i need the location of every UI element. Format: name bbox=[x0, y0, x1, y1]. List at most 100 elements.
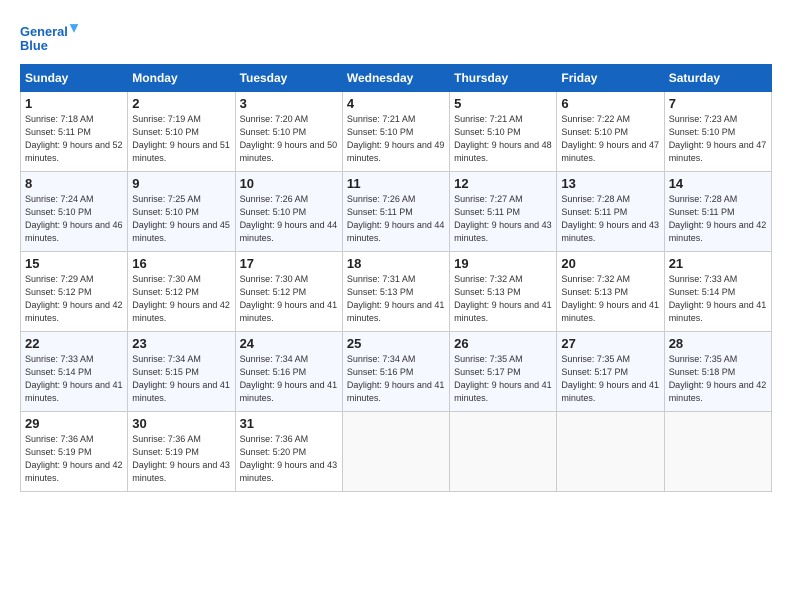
day-info: Sunrise: 7:24 AMSunset: 5:10 PMDaylight:… bbox=[25, 194, 123, 243]
calendar-cell: 1 Sunrise: 7:18 AMSunset: 5:11 PMDayligh… bbox=[21, 92, 128, 172]
calendar-cell: 18 Sunrise: 7:31 AMSunset: 5:13 PMDaylig… bbox=[342, 252, 449, 332]
logo-svg: General Blue bbox=[20, 18, 80, 56]
col-header-saturday: Saturday bbox=[664, 65, 771, 92]
calendar-cell bbox=[450, 412, 557, 492]
calendar-cell: 20 Sunrise: 7:32 AMSunset: 5:13 PMDaylig… bbox=[557, 252, 664, 332]
calendar-table: SundayMondayTuesdayWednesdayThursdayFrid… bbox=[20, 64, 772, 492]
day-number: 29 bbox=[25, 416, 123, 431]
calendar-cell: 2 Sunrise: 7:19 AMSunset: 5:10 PMDayligh… bbox=[128, 92, 235, 172]
day-number: 8 bbox=[25, 176, 123, 191]
day-number: 13 bbox=[561, 176, 659, 191]
calendar-cell bbox=[664, 412, 771, 492]
week-row: 1 Sunrise: 7:18 AMSunset: 5:11 PMDayligh… bbox=[21, 92, 772, 172]
calendar-cell: 7 Sunrise: 7:23 AMSunset: 5:10 PMDayligh… bbox=[664, 92, 771, 172]
day-number: 31 bbox=[240, 416, 338, 431]
day-number: 16 bbox=[132, 256, 230, 271]
day-info: Sunrise: 7:34 AMSunset: 5:16 PMDaylight:… bbox=[240, 354, 338, 403]
day-info: Sunrise: 7:33 AMSunset: 5:14 PMDaylight:… bbox=[25, 354, 123, 403]
day-info: Sunrise: 7:26 AMSunset: 5:11 PMDaylight:… bbox=[347, 194, 445, 243]
calendar-cell: 11 Sunrise: 7:26 AMSunset: 5:11 PMDaylig… bbox=[342, 172, 449, 252]
day-number: 12 bbox=[454, 176, 552, 191]
day-number: 24 bbox=[240, 336, 338, 351]
week-row: 22 Sunrise: 7:33 AMSunset: 5:14 PMDaylig… bbox=[21, 332, 772, 412]
day-number: 19 bbox=[454, 256, 552, 271]
calendar-cell: 12 Sunrise: 7:27 AMSunset: 5:11 PMDaylig… bbox=[450, 172, 557, 252]
day-info: Sunrise: 7:23 AMSunset: 5:10 PMDaylight:… bbox=[669, 114, 767, 163]
day-number: 26 bbox=[454, 336, 552, 351]
calendar-cell: 14 Sunrise: 7:28 AMSunset: 5:11 PMDaylig… bbox=[664, 172, 771, 252]
calendar-cell: 23 Sunrise: 7:34 AMSunset: 5:15 PMDaylig… bbox=[128, 332, 235, 412]
day-info: Sunrise: 7:33 AMSunset: 5:14 PMDaylight:… bbox=[669, 274, 767, 323]
calendar-cell: 24 Sunrise: 7:34 AMSunset: 5:16 PMDaylig… bbox=[235, 332, 342, 412]
day-info: Sunrise: 7:27 AMSunset: 5:11 PMDaylight:… bbox=[454, 194, 552, 243]
day-number: 14 bbox=[669, 176, 767, 191]
day-info: Sunrise: 7:21 AMSunset: 5:10 PMDaylight:… bbox=[454, 114, 552, 163]
day-number: 11 bbox=[347, 176, 445, 191]
col-header-friday: Friday bbox=[557, 65, 664, 92]
week-row: 29 Sunrise: 7:36 AMSunset: 5:19 PMDaylig… bbox=[21, 412, 772, 492]
calendar-cell: 9 Sunrise: 7:25 AMSunset: 5:10 PMDayligh… bbox=[128, 172, 235, 252]
page: General Blue SundayMondayTuesdayWednesda… bbox=[0, 0, 792, 502]
calendar-cell: 19 Sunrise: 7:32 AMSunset: 5:13 PMDaylig… bbox=[450, 252, 557, 332]
calendar-cell: 6 Sunrise: 7:22 AMSunset: 5:10 PMDayligh… bbox=[557, 92, 664, 172]
day-info: Sunrise: 7:19 AMSunset: 5:10 PMDaylight:… bbox=[132, 114, 230, 163]
day-number: 23 bbox=[132, 336, 230, 351]
day-number: 25 bbox=[347, 336, 445, 351]
day-number: 4 bbox=[347, 96, 445, 111]
day-info: Sunrise: 7:25 AMSunset: 5:10 PMDaylight:… bbox=[132, 194, 230, 243]
day-number: 18 bbox=[347, 256, 445, 271]
day-number: 15 bbox=[25, 256, 123, 271]
calendar-cell: 15 Sunrise: 7:29 AMSunset: 5:12 PMDaylig… bbox=[21, 252, 128, 332]
day-number: 3 bbox=[240, 96, 338, 111]
calendar-cell: 31 Sunrise: 7:36 AMSunset: 5:20 PMDaylig… bbox=[235, 412, 342, 492]
calendar-cell: 3 Sunrise: 7:20 AMSunset: 5:10 PMDayligh… bbox=[235, 92, 342, 172]
calendar-cell: 29 Sunrise: 7:36 AMSunset: 5:19 PMDaylig… bbox=[21, 412, 128, 492]
svg-text:General: General bbox=[20, 24, 68, 39]
day-info: Sunrise: 7:32 AMSunset: 5:13 PMDaylight:… bbox=[561, 274, 659, 323]
day-info: Sunrise: 7:36 AMSunset: 5:19 PMDaylight:… bbox=[132, 434, 230, 483]
calendar-cell bbox=[557, 412, 664, 492]
col-header-tuesday: Tuesday bbox=[235, 65, 342, 92]
logo: General Blue bbox=[20, 18, 80, 56]
calendar-cell: 5 Sunrise: 7:21 AMSunset: 5:10 PMDayligh… bbox=[450, 92, 557, 172]
day-info: Sunrise: 7:35 AMSunset: 5:18 PMDaylight:… bbox=[669, 354, 767, 403]
day-number: 27 bbox=[561, 336, 659, 351]
day-number: 5 bbox=[454, 96, 552, 111]
day-number: 7 bbox=[669, 96, 767, 111]
calendar-cell: 16 Sunrise: 7:30 AMSunset: 5:12 PMDaylig… bbox=[128, 252, 235, 332]
calendar-cell: 30 Sunrise: 7:36 AMSunset: 5:19 PMDaylig… bbox=[128, 412, 235, 492]
day-info: Sunrise: 7:28 AMSunset: 5:11 PMDaylight:… bbox=[561, 194, 659, 243]
day-number: 20 bbox=[561, 256, 659, 271]
day-info: Sunrise: 7:30 AMSunset: 5:12 PMDaylight:… bbox=[240, 274, 338, 323]
calendar-cell: 27 Sunrise: 7:35 AMSunset: 5:17 PMDaylig… bbox=[557, 332, 664, 412]
day-number: 17 bbox=[240, 256, 338, 271]
day-info: Sunrise: 7:30 AMSunset: 5:12 PMDaylight:… bbox=[132, 274, 230, 323]
day-number: 2 bbox=[132, 96, 230, 111]
day-number: 1 bbox=[25, 96, 123, 111]
header: General Blue bbox=[20, 18, 772, 56]
week-row: 15 Sunrise: 7:29 AMSunset: 5:12 PMDaylig… bbox=[21, 252, 772, 332]
calendar-cell: 26 Sunrise: 7:35 AMSunset: 5:17 PMDaylig… bbox=[450, 332, 557, 412]
day-info: Sunrise: 7:18 AMSunset: 5:11 PMDaylight:… bbox=[25, 114, 123, 163]
day-number: 9 bbox=[132, 176, 230, 191]
week-row: 8 Sunrise: 7:24 AMSunset: 5:10 PMDayligh… bbox=[21, 172, 772, 252]
day-info: Sunrise: 7:35 AMSunset: 5:17 PMDaylight:… bbox=[561, 354, 659, 403]
day-info: Sunrise: 7:29 AMSunset: 5:12 PMDaylight:… bbox=[25, 274, 123, 323]
day-info: Sunrise: 7:28 AMSunset: 5:11 PMDaylight:… bbox=[669, 194, 767, 243]
col-header-monday: Monday bbox=[128, 65, 235, 92]
col-header-wednesday: Wednesday bbox=[342, 65, 449, 92]
calendar-cell bbox=[342, 412, 449, 492]
day-info: Sunrise: 7:34 AMSunset: 5:16 PMDaylight:… bbox=[347, 354, 445, 403]
day-number: 30 bbox=[132, 416, 230, 431]
day-info: Sunrise: 7:21 AMSunset: 5:10 PMDaylight:… bbox=[347, 114, 445, 163]
svg-text:Blue: Blue bbox=[20, 38, 48, 53]
calendar-cell: 17 Sunrise: 7:30 AMSunset: 5:12 PMDaylig… bbox=[235, 252, 342, 332]
calendar-cell: 25 Sunrise: 7:34 AMSunset: 5:16 PMDaylig… bbox=[342, 332, 449, 412]
header-row: SundayMondayTuesdayWednesdayThursdayFrid… bbox=[21, 65, 772, 92]
day-info: Sunrise: 7:20 AMSunset: 5:10 PMDaylight:… bbox=[240, 114, 338, 163]
day-number: 28 bbox=[669, 336, 767, 351]
day-info: Sunrise: 7:34 AMSunset: 5:15 PMDaylight:… bbox=[132, 354, 230, 403]
col-header-sunday: Sunday bbox=[21, 65, 128, 92]
day-info: Sunrise: 7:31 AMSunset: 5:13 PMDaylight:… bbox=[347, 274, 445, 323]
day-number: 10 bbox=[240, 176, 338, 191]
